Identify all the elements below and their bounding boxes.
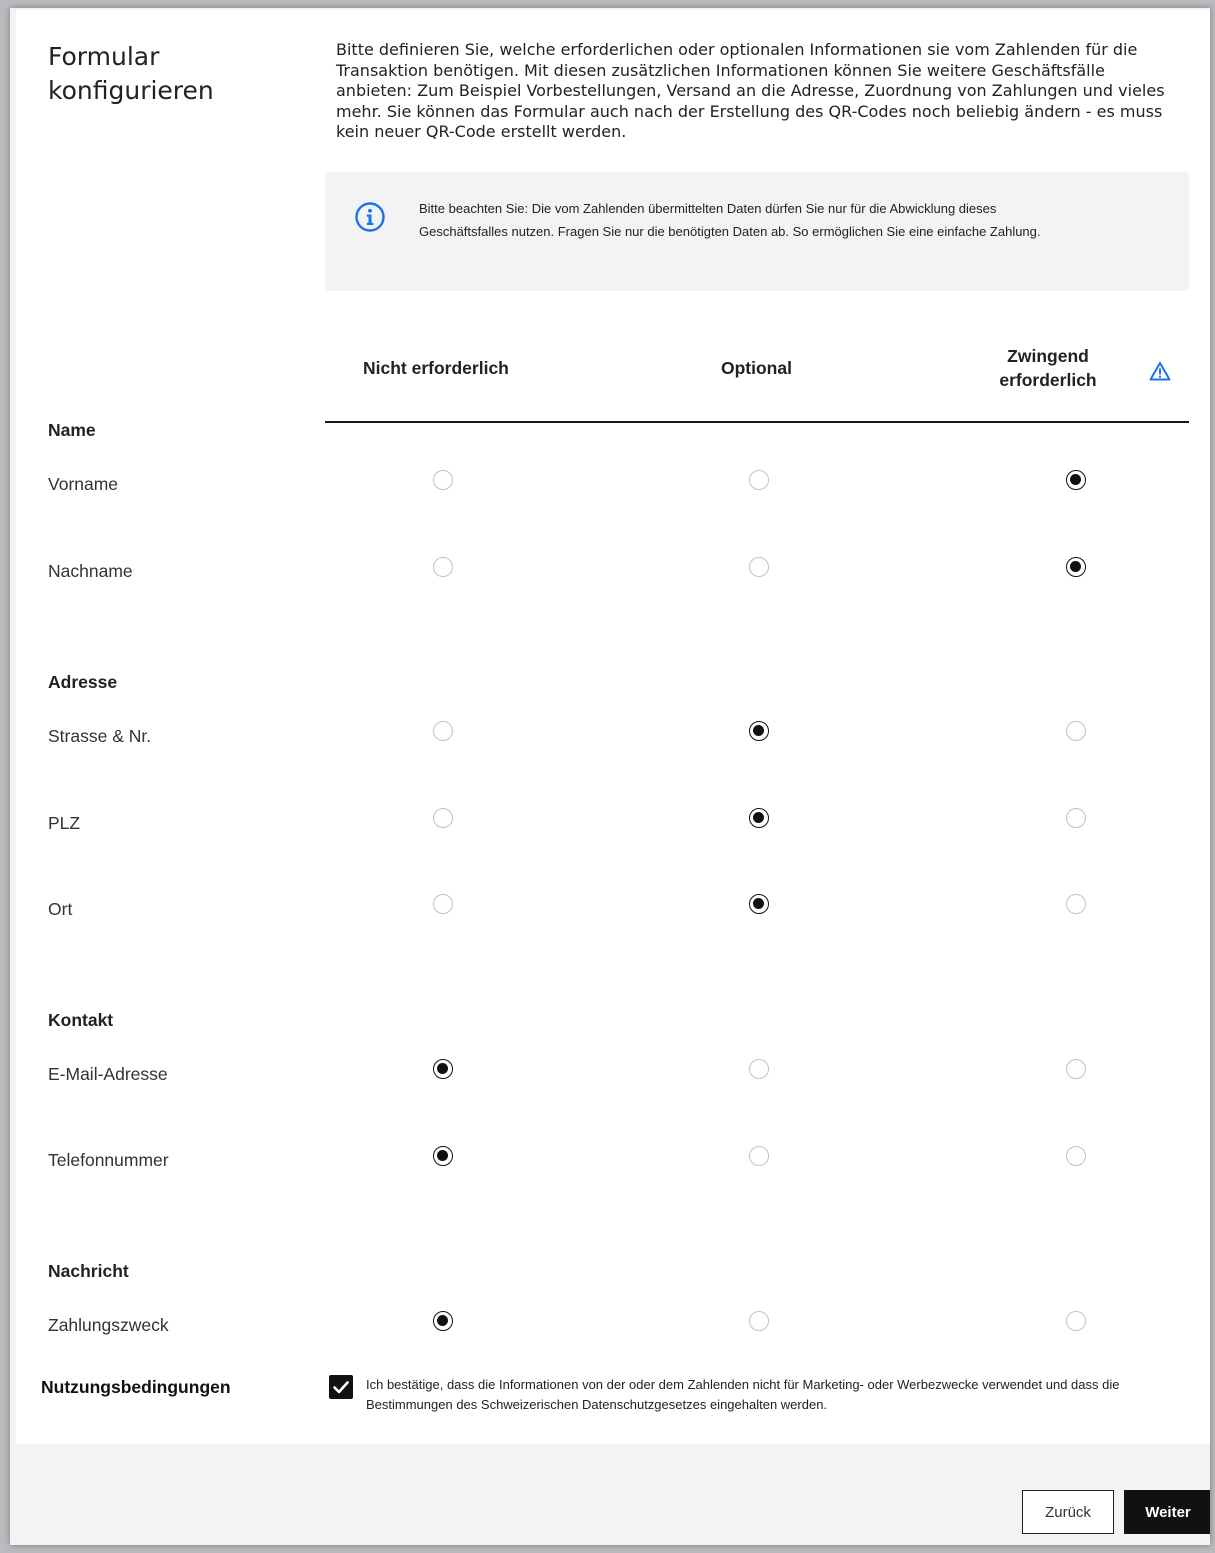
- column-header-optional: Optional: [721, 358, 792, 378]
- field-label-telefon: Telefonnummer: [48, 1150, 169, 1170]
- notice-text: Bitte beachten Sie: Die vom Zahlenden üb…: [419, 201, 1041, 239]
- intro-text: Bitte definieren Sie, welche erforderlic…: [336, 40, 1165, 141]
- column-header-required: Zwingend erforderlich: [999, 346, 1097, 390]
- radio-email-not-required[interactable]: [433, 1059, 453, 1079]
- radio-strasse-optional[interactable]: [749, 721, 769, 741]
- back-button[interactable]: Zurück: [1022, 1490, 1114, 1534]
- radio-nachname-required[interactable]: [1066, 557, 1086, 577]
- field-label-nachname: Nachname: [48, 561, 133, 581]
- group-heading-contact: Kontakt: [48, 1010, 114, 1030]
- group-heading-message: Nachricht: [48, 1261, 129, 1281]
- field-label-ort: Ort: [48, 899, 73, 919]
- radio-zahlungszweck-not-required[interactable]: [433, 1311, 453, 1331]
- radio-vorname-not-required[interactable]: [433, 470, 453, 490]
- radio-plz-required[interactable]: [1066, 808, 1086, 828]
- radio-strasse-not-required[interactable]: [433, 721, 453, 741]
- next-button[interactable]: Weiter: [1124, 1490, 1210, 1534]
- radio-email-required[interactable]: [1066, 1059, 1086, 1079]
- field-label-vorname: Vorname: [48, 474, 119, 494]
- column-header-not-required: Nicht erforderlich: [363, 358, 509, 378]
- info-icon: [355, 202, 385, 232]
- field-label-email: E-Mail-Adresse: [48, 1064, 168, 1084]
- info-notice: Bitte beachten Sie: Die vom Zahlenden üb…: [325, 172, 1189, 291]
- field-label-zahlungszweck: Zahlungszweck: [48, 1315, 169, 1335]
- group-heading-name: Name: [48, 420, 96, 440]
- group-heading-address: Adresse: [48, 672, 118, 692]
- radio-ort-not-required[interactable]: [433, 894, 453, 914]
- radio-plz-optional[interactable]: [749, 808, 769, 828]
- checkmark-icon: [333, 1381, 349, 1394]
- radio-zahlungszweck-required[interactable]: [1066, 1311, 1086, 1331]
- radio-nachname-not-required[interactable]: [433, 557, 453, 577]
- radio-ort-required[interactable]: [1066, 894, 1086, 914]
- radio-vorname-required[interactable]: [1066, 470, 1086, 490]
- header-divider: [325, 421, 1189, 423]
- radio-zahlungszweck-optional[interactable]: [749, 1311, 769, 1331]
- radio-strasse-required[interactable]: [1066, 721, 1086, 741]
- radio-telefon-required[interactable]: [1066, 1146, 1086, 1166]
- radio-telefon-not-required[interactable]: [433, 1146, 453, 1166]
- page-title: Formular konfigurieren: [48, 42, 214, 105]
- field-label-strasse: Strasse & Nr.: [48, 726, 152, 746]
- radio-plz-not-required[interactable]: [433, 808, 453, 828]
- terms-checkbox[interactable]: [329, 1375, 353, 1399]
- radio-vorname-optional[interactable]: [749, 470, 769, 490]
- terms-label: Nutzungsbedingungen: [41, 1377, 231, 1397]
- radio-telefon-optional[interactable]: [749, 1146, 769, 1166]
- terms-text: Ich bestätige, dass die Informationen vo…: [366, 1377, 1120, 1412]
- radio-ort-optional[interactable]: [749, 894, 769, 914]
- field-label-plz: PLZ: [48, 813, 81, 833]
- form-config-dialog: Formular konfigurieren Bitte definieren …: [10, 8, 1210, 1545]
- radio-nachname-optional[interactable]: [749, 557, 769, 577]
- warning-triangle-icon: [1149, 362, 1171, 381]
- form-config-panel: Formular konfigurieren Bitte definieren …: [16, 10, 1210, 1444]
- radio-email-optional[interactable]: [749, 1059, 769, 1079]
